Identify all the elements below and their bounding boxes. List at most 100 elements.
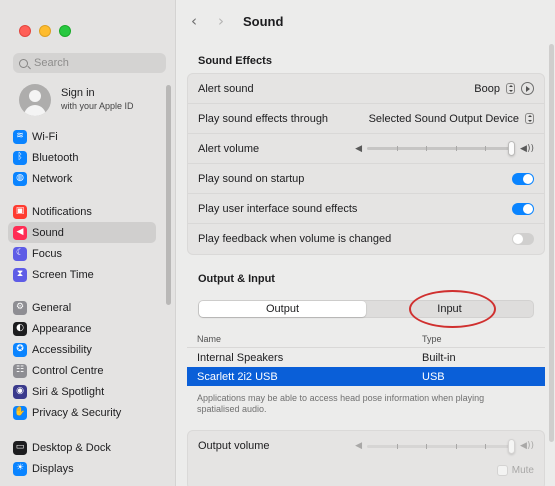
sidebar-item-wi-fi[interactable]: ≋ Wi-Fi [8, 126, 156, 147]
output-volume-row: Output volume ◀ ◀)) [188, 431, 544, 461]
hand-icon: ✋ [13, 405, 27, 420]
sidebar-item-desktop-dock[interactable]: ▭ Desktop & Dock [8, 437, 156, 458]
sidebar-item-label: Control Centre [32, 364, 104, 377]
sidebar-item-displays[interactable]: ☀ Displays [8, 458, 156, 479]
forward-button[interactable]: › [218, 12, 224, 30]
sidebar-item-label: Notifications [32, 205, 92, 218]
sidebar-item-sound[interactable]: ◀ Sound [8, 222, 156, 243]
sidebar-item-label: Bluetooth [32, 151, 79, 164]
globe-icon: ◍ [13, 171, 27, 186]
slider-tick [455, 443, 457, 449]
speaker-low-icon: ◀ [355, 441, 363, 451]
sidebar-item-label: Displays [32, 462, 74, 475]
alert-volume-label: Alert volume [198, 142, 260, 155]
sidebar-item-general[interactable]: ⚙ General [8, 297, 156, 318]
control-centre-icon: ☷ [13, 363, 27, 378]
bluetooth-icon: ᛒ [13, 150, 27, 165]
alert-volume-slider[interactable]: ◀ ◀)) [355, 141, 534, 156]
device-name: Scarlett 2i2 USB [197, 370, 278, 383]
table-header: Name Type [187, 330, 545, 348]
sidebar-item-screen-time[interactable]: ⧗ Screen Time [8, 264, 156, 285]
sidebar-item-label: Screen Time [32, 268, 94, 281]
section-header-sound-effects: Sound Effects [198, 55, 272, 67]
feedback-row: Play feedback when volume is changed [188, 224, 544, 254]
gear-icon: ⚙ [13, 300, 27, 315]
bell-icon: ▣ [13, 204, 27, 219]
slider-track[interactable] [367, 141, 516, 156]
sidebar-item-label: Desktop & Dock [32, 441, 111, 454]
sidebar-group-system: ⚙ General ◐ Appearance ✪ Accessibility ☷ Contro… [8, 297, 156, 423]
speaker-high-icon: ◀)) [520, 441, 534, 451]
sidebar-item-control-centre[interactable]: ☷ Control Centre [8, 360, 156, 381]
alert-sound-value[interactable]: Boop [474, 83, 500, 95]
close-button[interactable] [19, 25, 31, 37]
apple-id-signin[interactable]: Sign in with your Apple ID [19, 84, 134, 116]
mute-checkbox-box[interactable] [496, 465, 508, 476]
device-name: Internal Speakers [197, 351, 284, 364]
sidebar-item-network[interactable]: ◍ Network [8, 168, 156, 189]
alert-sound-label: Alert sound [198, 82, 254, 95]
play-alert-icon[interactable] [521, 82, 534, 95]
search-icon [19, 58, 28, 68]
sidebar-item-appearance[interactable]: ◐ Appearance [8, 318, 156, 339]
sidebar-item-label: General [32, 301, 72, 314]
table-row-selected[interactable]: Scarlett 2i2 USB USB [187, 367, 545, 386]
play-through-popup-icon[interactable] [525, 113, 534, 124]
back-button[interactable]: ‹ [191, 12, 197, 30]
alert-sound-popup-icon[interactable] [506, 83, 515, 94]
slider-tick [426, 443, 428, 449]
mute-checkbox[interactable]: Mute [496, 465, 534, 476]
slider-tick [485, 146, 487, 151]
slider-track[interactable] [367, 438, 516, 454]
sidebar-item-privacy-security[interactable]: ✋ Privacy & Security [8, 402, 156, 423]
window-controls [19, 25, 71, 37]
slider-tick [396, 146, 398, 151]
alert-volume-row: Alert volume ◀ ◀)) [188, 134, 544, 164]
output-volume-slider[interactable]: ◀ ◀)) [355, 438, 534, 454]
sidebar-item-siri-spotlight[interactable]: ◉ Siri & Spotlight [8, 381, 156, 402]
ui-sounds-toggle[interactable] [512, 202, 534, 215]
annotation-circle [409, 290, 496, 328]
sidebar-item-focus[interactable]: ☾ Focus [8, 243, 156, 264]
toolbar: ‹ › Sound [177, 0, 555, 44]
main-scrollbar[interactable] [549, 44, 554, 442]
search-placeholder: Search [34, 57, 69, 69]
slider-knob[interactable] [508, 438, 516, 454]
output-volume-card: Output volume ◀ ◀)) Mute [187, 430, 545, 486]
output-volume-label: Output volume [198, 440, 270, 452]
moon-icon: ☾ [13, 246, 27, 261]
appearance-icon: ◐ [13, 321, 27, 336]
table-row[interactable]: Internal Speakers Built-in [187, 348, 545, 367]
zoom-button[interactable] [59, 25, 71, 37]
speaker-icon: ◀ [13, 225, 27, 240]
device-type: Built-in [422, 351, 456, 364]
play-through-value[interactable]: Selected Sound Output Device [369, 113, 519, 125]
slider-knob[interactable] [508, 141, 516, 156]
avatar [19, 84, 51, 116]
sidebar-item-notifications[interactable]: ▣ Notifications [8, 201, 156, 222]
sidebar-scrollbar[interactable] [166, 85, 171, 305]
feedback-toggle[interactable] [512, 233, 534, 245]
slider-tick [455, 146, 457, 151]
startup-sound-toggle[interactable] [512, 172, 534, 185]
play-through-row: Play sound effects through Selected Soun… [188, 104, 544, 134]
sidebar-item-label: Network [32, 172, 73, 185]
sidebar-group-network: ≋ Wi-Fi ᛒ Bluetooth ◍ Network [8, 126, 156, 189]
tab-output[interactable]: Output [199, 301, 366, 317]
sidebar-item-accessibility[interactable]: ✪ Accessibility [8, 339, 156, 360]
minimize-button[interactable] [39, 25, 51, 37]
sidebar-item-label: Sound [32, 226, 64, 239]
sidebar: Search Sign in with your Apple ID ≋ Wi-Fi… [0, 0, 176, 486]
accessibility-icon: ✪ [13, 342, 27, 357]
sidebar-item-label: Wi-Fi [32, 130, 58, 143]
startup-sound-label: Play sound on startup [198, 172, 305, 185]
settings-window: Search Sign in with your Apple ID ≋ Wi-Fi… [0, 0, 555, 486]
sidebar-item-label: Siri & Spotlight [32, 385, 105, 398]
slider-tick [396, 443, 398, 449]
search-input[interactable]: Search [13, 53, 166, 73]
dock-icon: ▭ [13, 440, 27, 455]
speaker-low-icon: ◀ [355, 143, 363, 154]
speaker-high-icon: ◀)) [520, 143, 534, 154]
slider-tick [426, 146, 428, 151]
sidebar-item-bluetooth[interactable]: ᛒ Bluetooth [8, 147, 156, 168]
